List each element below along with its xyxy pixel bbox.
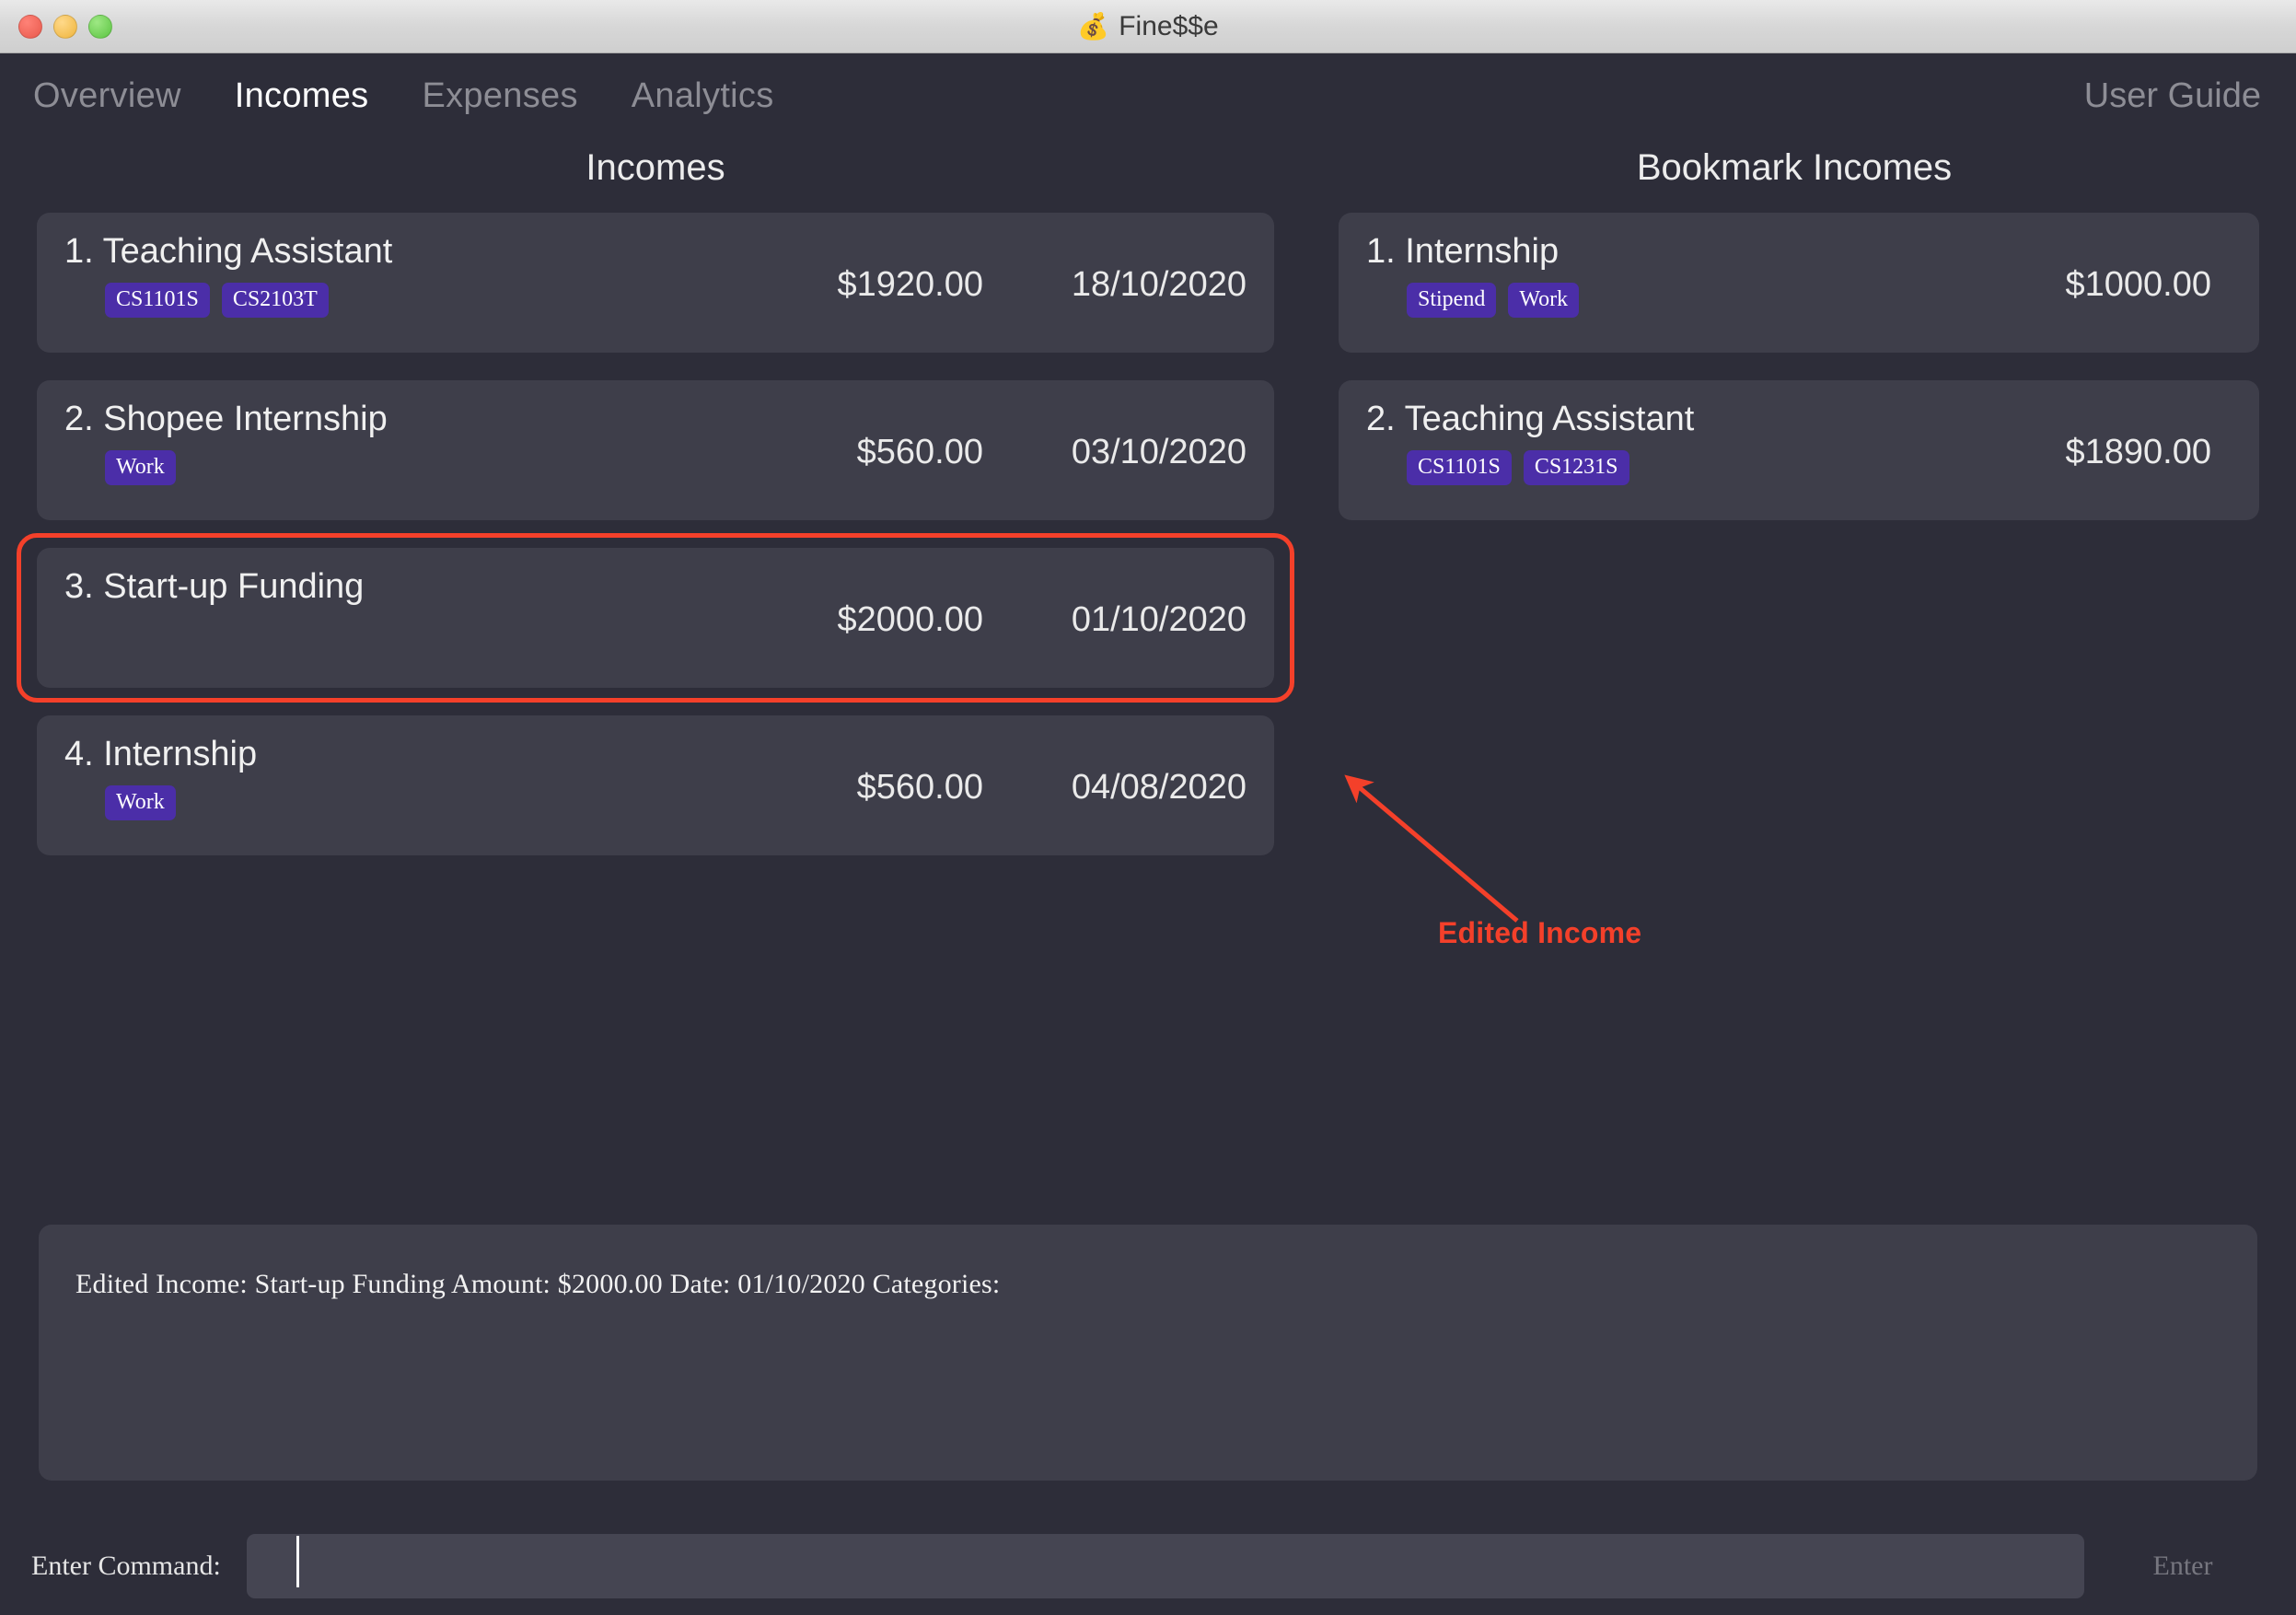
command-input[interactable] [246,1534,2084,1598]
tag-chip[interactable]: CS1231S [1523,450,1629,486]
main-content: Incomes 1. Teaching Assistant CS1101S CS… [0,138,2296,883]
money-bag-icon: 💰 [1077,12,1110,41]
income-amount: $560.00 [856,432,983,471]
app-window: 💰 Fine$$e Overview Incomes Expenses Anal… [0,0,2296,1615]
command-bar: Enter Command: Enter [0,1517,2296,1615]
minimize-window-button[interactable] [53,14,77,39]
bookmark-card-2-title: 2. Teaching Assistant [1366,400,1695,438]
result-display-box: Edited Income: Start-up Funding Amount: … [39,1225,2257,1481]
window-title: 💰 Fine$$e [0,11,2296,42]
maximize-window-button[interactable] [88,14,112,39]
income-date: 01/10/2020 [1071,599,1247,639]
income-card-2-title: 2. Shopee Internship [64,400,388,438]
income-amount: $2000.00 [837,599,984,639]
bookmark-panel-title: Bookmark Incomes [1636,147,1953,188]
tag-chip[interactable]: CS1101S [105,283,210,319]
bookmark-card-1-title: 1. Internship [1366,232,1560,271]
income-card-2-info: 2. Shopee Internship Work [64,400,781,486]
income-card-2[interactable]: 2. Shopee Internship Work $560.00 03/10/… [37,380,1274,520]
income-date: 04/08/2020 [1071,767,1247,807]
tab-overview[interactable]: Overview [33,76,181,116]
income-card-2-tags: Work [105,450,781,486]
user-guide-link[interactable]: User Guide [2084,76,2261,116]
income-card-3[interactable]: 3. Start-up Funding $2000.00 01/10/2020 [17,533,1294,703]
window-title-text: Fine$$e [1119,10,1219,41]
window-titlebar: 💰 Fine$$e [0,0,2296,53]
income-card-4-info: 4. Internship Work [64,735,781,821]
income-card-1[interactable]: 1. Teaching Assistant CS1101S CS2103T $1… [37,213,1274,353]
bookmark-card-2-info: 2. Teaching Assistant CS1101S CS1231S [1366,400,2000,486]
income-card-3-values: $2000.00 01/10/2020 [781,595,1247,640]
income-card-1-values: $1920.00 18/10/2020 [781,260,1247,305]
result-message: Edited Income: Start-up Funding Amount: … [75,1269,1001,1299]
command-label: Enter Command: [31,1551,221,1581]
tag-chip[interactable]: Work [105,785,176,821]
bookmark-card-1-values: $1000.00 [2000,260,2232,305]
income-card-4[interactable]: 4. Internship Work $560.00 04/08/2020 [37,715,1274,855]
main-navbar: Overview Incomes Expenses Analytics User… [0,53,2296,138]
income-date: 18/10/2020 [1071,264,1247,304]
income-card-2-values: $560.00 03/10/2020 [781,427,1247,472]
bookmark-card-2-tags: CS1101S CS1231S [1407,450,2000,486]
tag-chip[interactable]: Work [105,450,176,486]
bookmark-card-2-values: $1890.00 [2000,427,2232,472]
income-card-3-info: 3. Start-up Funding [64,568,781,618]
bookmark-card-1-tags: Stipend Work [1407,283,2000,319]
bookmark-incomes-panel: Bookmark Incomes 1. Internship Stipend W… [1339,138,2259,883]
income-amount: $560.00 [856,767,983,807]
income-card-4-values: $560.00 04/08/2020 [781,762,1247,808]
income-card-1-title: 1. Teaching Assistant [64,232,393,271]
bookmark-card-2[interactable]: 2. Teaching Assistant CS1101S CS1231S $1… [1339,380,2259,520]
window-controls [18,14,112,39]
annotation-label: Edited Income [1438,916,1642,949]
tag-chip[interactable]: CS2103T [221,283,329,319]
tab-expenses[interactable]: Expenses [422,76,577,116]
income-card-4-title: 4. Internship [64,735,258,773]
income-card-3-title: 3. Start-up Funding [64,567,365,606]
income-card-4-tags: Work [105,785,781,821]
tag-chip[interactable]: Work [1508,283,1580,319]
tab-analytics[interactable]: Analytics [632,76,774,116]
income-card-1-tags: CS1101S CS2103T [105,283,781,319]
income-date: 03/10/2020 [1071,432,1247,471]
close-window-button[interactable] [18,14,42,39]
income-card-1-info: 1. Teaching Assistant CS1101S CS2103T [64,232,781,319]
income-amount: $1920.00 [837,264,984,304]
bookmark-amount: $1000.00 [2065,264,2212,304]
text-cursor [296,1536,299,1587]
tag-chip[interactable]: CS1101S [1407,450,1512,486]
tab-incomes[interactable]: Incomes [235,76,369,116]
bookmark-amount: $1890.00 [2065,432,2212,471]
bookmark-card-1[interactable]: 1. Internship Stipend Work $1000.00 [1339,213,2259,353]
incomes-panel: Incomes 1. Teaching Assistant CS1101S CS… [17,138,1294,883]
tag-chip[interactable]: Stipend [1407,283,1497,319]
enter-button[interactable]: Enter [2101,1534,2265,1598]
bookmark-card-1-info: 1. Internship Stipend Work [1366,232,2000,319]
incomes-panel-title: Incomes [586,147,725,188]
